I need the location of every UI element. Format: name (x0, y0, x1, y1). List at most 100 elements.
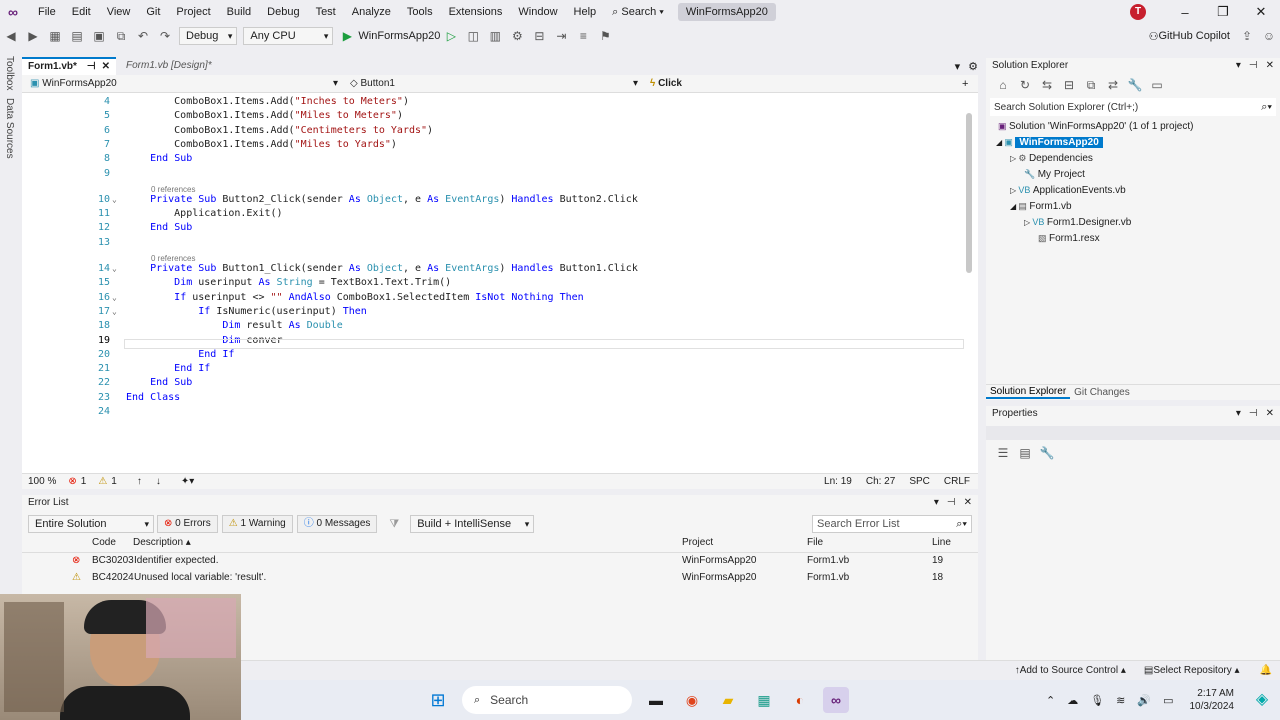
col-code[interactable]: Code (92, 537, 116, 548)
tab-form1-vb[interactable]: Form1.vb* ⊣ ✕ (22, 57, 117, 76)
start-without-debug-icon[interactable]: ▷ (442, 27, 460, 45)
properties-object-selector[interactable] (986, 426, 1280, 440)
line-ending[interactable]: CRLF (944, 476, 970, 487)
copilot-taskbar-icon[interactable]: ◈ (1249, 687, 1275, 713)
menu-file[interactable]: File (30, 6, 64, 18)
tree-project[interactable]: ◢ ▣ WinFormsApp20 (996, 134, 1103, 150)
split-icon[interactable]: + (962, 78, 968, 90)
code-line[interactable]: 16 ⌄ If userinput <> "" AndAlso ComboBox1… (22, 291, 962, 305)
next-issue-icon[interactable]: ↓ (156, 476, 161, 487)
taskbar-search[interactable]: ⌕ Search (462, 686, 632, 714)
menu-tools[interactable]: Tools (399, 6, 441, 18)
fold-toggle-icon[interactable]: ⌄ (112, 305, 117, 319)
code-line[interactable]: 12 End Sub (22, 221, 962, 235)
code-line[interactable]: 10 ⌄ Private Sub Button2_Click(sender As … (22, 193, 962, 207)
vertical-scrollbar[interactable] (966, 113, 972, 273)
warnings-filter-button[interactable]: ⚠ 1 Warning (221, 515, 293, 533)
error-list-row[interactable]: ⚠ BC42024 Unused local variable: 'result'.… (22, 570, 978, 587)
menu-help[interactable]: Help (566, 6, 605, 18)
notifications-icon[interactable]: 🔔 (1260, 665, 1272, 676)
code-line[interactable]: 17 ⌄ If IsNumeric(userinput) Then (22, 305, 962, 319)
pane-menu-icon[interactable]: ▾ (1236, 58, 1241, 74)
pin-icon[interactable]: ⊣ (87, 58, 96, 76)
zoom-level[interactable]: 100 % (28, 476, 56, 487)
windows-start-icon[interactable]: ⊞ (425, 687, 451, 713)
menu-view[interactable]: View (99, 6, 139, 18)
open-icon[interactable]: ▤ (68, 27, 86, 45)
align-icon[interactable]: ⊟ (530, 27, 548, 45)
share-icon[interactable]: ⇪ (1238, 27, 1256, 45)
error-list-row[interactable]: ⊗ BC30203 Identifier expected. WinFormsApp2… (22, 553, 978, 570)
pending-changes-icon[interactable]: ⇄ (1104, 76, 1122, 94)
code-line[interactable]: 9 (22, 167, 962, 181)
app-icon[interactable]: ◐ (787, 687, 813, 713)
alphabetical-icon[interactable]: ▤ (1016, 444, 1034, 462)
solution-search[interactable]: Search Solution Explorer (Ctrl+;) ⌕▾ (990, 98, 1276, 116)
code-line[interactable]: 23 End Class (22, 391, 962, 405)
code-line[interactable]: 15 Dim userinput As String = TextBox1.Te… (22, 276, 962, 290)
account-avatar[interactable]: T (1130, 4, 1146, 20)
pane-pin-icon[interactable]: ⊣ (947, 495, 956, 511)
visual-studio-taskbar-icon[interactable]: ∞ (823, 687, 849, 713)
code-line[interactable]: 4 ComboBox1.Items.Add("Inches to Meters"… (22, 95, 962, 109)
preview-icon[interactable]: ▭ (1148, 76, 1166, 94)
pane-menu-icon[interactable]: ▾ (1236, 406, 1241, 422)
bookmark-icon[interactable]: ⚑ (596, 27, 614, 45)
wifi-icon[interactable]: ≋ (1116, 694, 1125, 707)
filter-icon[interactable]: ⧩ (389, 518, 399, 531)
menu-debug[interactable]: Debug (259, 6, 307, 18)
member-dropdown[interactable]: ϟ Click (642, 75, 962, 93)
chrome-icon[interactable]: ◉ (679, 687, 705, 713)
error-count[interactable]: 1 (81, 476, 87, 487)
new-item-icon[interactable]: ▦ (46, 27, 64, 45)
code-line[interactable]: 20 End If (22, 348, 962, 362)
property-pages-icon[interactable]: 🔧 (1038, 444, 1056, 462)
redo-icon[interactable]: ↷ (156, 27, 174, 45)
code-line[interactable]: 13 (22, 236, 962, 250)
categorized-icon[interactable]: ☰ (994, 444, 1012, 462)
show-all-icon[interactable]: ⧉ (1082, 76, 1100, 94)
tree-application-events[interactable]: ▷ VB ApplicationEvents.vb (1010, 182, 1126, 198)
code-line[interactable]: 11 Application.Exit() (22, 207, 962, 221)
save-icon[interactable]: ▣ (90, 27, 108, 45)
volume-icon[interactable]: 🔊 (1137, 694, 1151, 707)
task-view-icon[interactable]: ▬ (643, 687, 669, 713)
spacing-mode[interactable]: SPC (909, 476, 930, 487)
messages-filter-button[interactable]: ⓘ 0 Messages (296, 515, 378, 533)
fold-toggle-icon[interactable]: ⌄ (112, 193, 117, 207)
col-line[interactable]: Line (932, 537, 951, 548)
object-dropdown[interactable]: ◇ Button1 ▾ (342, 75, 642, 93)
menu-project[interactable]: Project (168, 6, 218, 18)
tree-form1-resx[interactable]: ▧ Form1.resx (1038, 230, 1100, 246)
add-to-source-control[interactable]: Add to Source Control ▴ (1020, 665, 1126, 676)
build-filter-dropdown[interactable]: Build + IntelliSense (410, 515, 535, 533)
menu-window[interactable]: Window (510, 6, 565, 18)
col-project[interactable]: Project (682, 537, 713, 548)
code-cleanup-icon[interactable]: ✦▾ (181, 476, 194, 487)
code-line[interactable]: 21 End If (22, 362, 962, 376)
tree-my-project[interactable]: 🔧 My Project (1024, 166, 1085, 182)
code-line[interactable]: 5 ComboBox1.Items.Add("Miles to Meters") (22, 109, 962, 123)
scope-dropdown[interactable]: Entire Solution (28, 515, 154, 533)
notepad-icon[interactable]: ▦ (751, 687, 777, 713)
fold-toggle-icon[interactable]: ⌄ (112, 291, 117, 305)
copilot-button[interactable]: GitHub Copilot (1158, 30, 1230, 42)
tree-form1-designer[interactable]: ▷ VB Form1.Designer.vb (1024, 214, 1131, 230)
tab-form1-design[interactable]: Form1.vb [Design]* (120, 57, 218, 75)
menu-extensions[interactable]: Extensions (441, 6, 511, 18)
code-line[interactable]: 18 Dim result As Double (22, 319, 962, 333)
code-line[interactable]: 7 ComboBox1.Items.Add("Miles to Yards") (22, 138, 962, 152)
menu-edit[interactable]: Edit (64, 6, 99, 18)
battery-icon[interactable]: ▭ (1163, 694, 1173, 707)
menu-build[interactable]: Build (219, 6, 259, 18)
show-hidden-icons-icon[interactable]: ⌃ (1046, 694, 1055, 707)
tab-solution-explorer[interactable]: Solution Explorer (986, 386, 1071, 399)
tab-git-changes[interactable]: Git Changes (1070, 387, 1134, 398)
close-icon[interactable]: ✕ (1242, 4, 1280, 20)
prev-issue-icon[interactable]: ↑ (137, 476, 142, 487)
pane-pin-icon[interactable]: ⊣ (1249, 406, 1258, 422)
cloud-icon[interactable]: ☁ (1067, 694, 1078, 707)
settings-icon[interactable]: ⚙ (968, 60, 978, 73)
tree-solution[interactable]: ▣ Solution 'WinFormsApp20' (1 of 1 proje… (998, 118, 1193, 134)
code-line[interactable]: 8 End Sub (22, 152, 962, 166)
